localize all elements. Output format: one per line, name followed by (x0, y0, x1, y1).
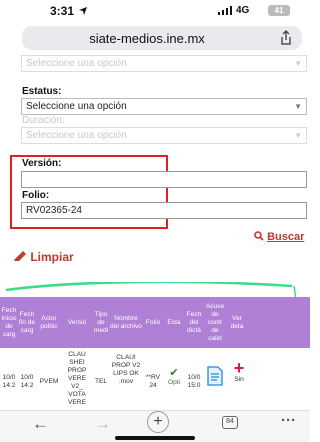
results-table-header: Fech inicio de carg Fech fin de carg Act… (0, 297, 310, 348)
estatus-select-value: Seleccione una opción (26, 101, 127, 112)
tabs-count-button[interactable]: 84 (222, 416, 238, 429)
cell-folio: **RV 24 (145, 374, 161, 389)
cell-fecha-dictamen: 10/0 15:0 (187, 374, 201, 389)
url-text: siate-medios.ine.mx (89, 31, 205, 46)
col-acuse[interactable]: Acuse de contr de calid (204, 297, 226, 348)
cell-ver-detalle-text: Sin (234, 376, 244, 383)
address-bar[interactable]: siate-medios.ine.mx (22, 26, 302, 50)
folio-input[interactable]: RV02365-24 (21, 202, 307, 219)
duracion-select[interactable]: Seleccione una opción ▼ (21, 127, 307, 144)
cell-version: CLAU SHEI PROP VERE V2_ VOTA VERE (67, 351, 87, 406)
status-time: 3:31 (50, 4, 75, 18)
cell-actor: PVEM (39, 378, 59, 385)
duracion-label: Duración: (22, 115, 65, 126)
buscar-label: Buscar (267, 231, 305, 243)
new-tab-plus-icon[interactable]: + (147, 411, 169, 433)
col-fecha-inicio[interactable]: Fech inicio de carg (0, 297, 18, 348)
col-tipo-medio[interactable]: Tipo de medi (92, 297, 110, 348)
chevron-down-icon: ▼ (294, 102, 302, 111)
location-icon (79, 7, 87, 15)
col-folio[interactable]: Folio (142, 297, 164, 348)
share-icon[interactable] (278, 30, 294, 46)
table-row[interactable]: 10/0 14:2 10/0 14:2 PVEM CLAU SHEI PROP … (0, 348, 310, 412)
cell-nombre: CLAUI PROP V2 LIPS OK .mov (111, 354, 141, 385)
eraser-icon (14, 251, 26, 261)
cell-fecha-fin: 10/0 14:2 (20, 374, 34, 389)
estatus-label: Estatus: (22, 86, 62, 97)
duracion-select-value: Seleccione una opción (26, 130, 127, 141)
more-icon[interactable]: ··· (281, 412, 296, 429)
top-select[interactable]: Seleccione una opción ▼ (21, 55, 307, 72)
network-type: 4G (236, 5, 250, 16)
cell-fecha-inicio: 10/0 14:2 (2, 374, 16, 389)
col-ver-detalle[interactable]: Ver deta (226, 297, 248, 348)
col-nombre-archivo[interactable]: Nombre del archivo (110, 297, 142, 348)
status-bar: 3:31 4G 41 (0, 0, 310, 22)
search-icon (254, 231, 264, 241)
folio-label: Folio: (22, 190, 50, 201)
check-icon: ✔ (169, 368, 179, 379)
chevron-down-icon: ▼ (294, 59, 302, 68)
cell-estado: ✔ Opti (164, 368, 184, 387)
top-select-placeholder: Seleccione una opción (26, 58, 127, 69)
col-estado[interactable]: Esta (164, 297, 184, 348)
forward-arrow-icon[interactable]: → (94, 414, 111, 434)
limpiar-label: Limpiar (30, 250, 74, 264)
battery-icon: 41 (268, 5, 290, 16)
cell-tipo: TEL (94, 378, 108, 385)
cell-estado-text: Opti (167, 379, 181, 386)
version-input[interactable] (21, 171, 307, 188)
back-arrow-icon[interactable]: ← (32, 414, 49, 434)
estatus-select[interactable]: Seleccione una opción ▼ (21, 98, 307, 115)
buscar-button[interactable]: Buscar (254, 231, 304, 243)
version-label: Versión: (22, 158, 62, 169)
plus-icon[interactable]: + (228, 360, 250, 377)
chevron-down-icon: ▼ (294, 131, 302, 140)
col-actor[interactable]: Actor polític (36, 297, 62, 348)
col-fecha-fin[interactable]: Fech fin de carg (18, 297, 36, 348)
col-fecha-dictamen[interactable]: Fech del dictá (184, 297, 204, 348)
signal-icon (218, 6, 232, 15)
col-version[interactable]: Versió (62, 297, 92, 348)
home-indicator (115, 436, 195, 440)
cell-ver-detalle[interactable]: + Sin (228, 360, 250, 384)
cell-acuse[interactable] (206, 366, 224, 389)
limpiar-button[interactable]: Limpiar (13, 250, 74, 264)
document-icon[interactable] (207, 366, 223, 386)
